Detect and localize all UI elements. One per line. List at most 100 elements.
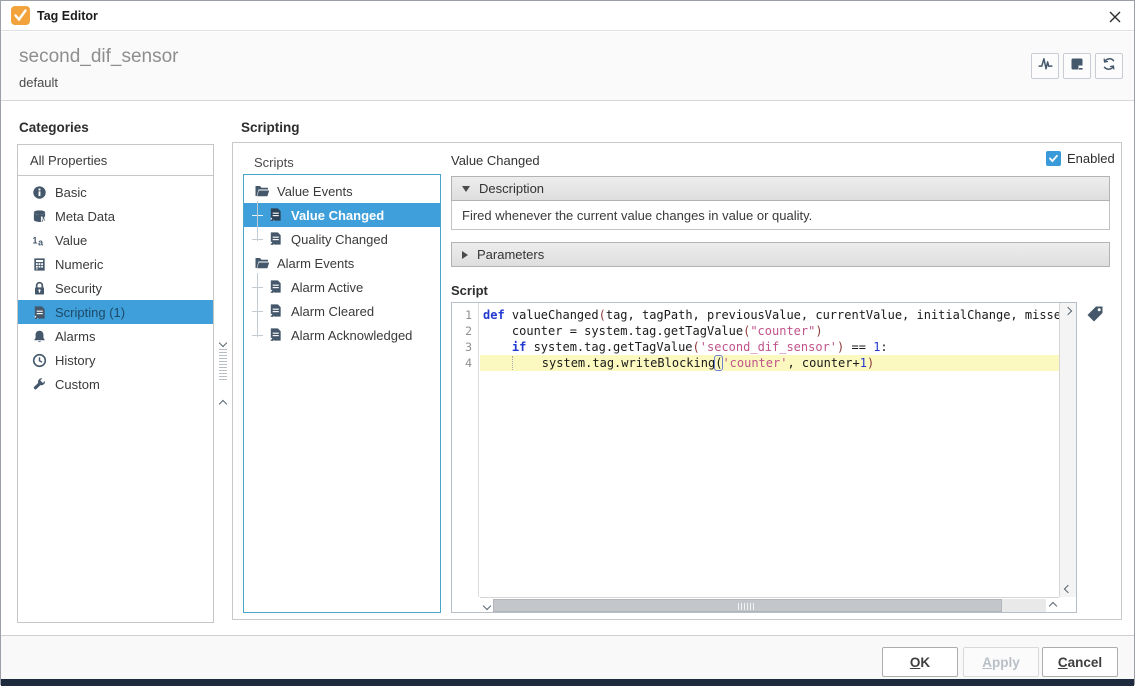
script-detail-title: Value Changed xyxy=(451,153,540,168)
category-item-label: Numeric xyxy=(55,257,103,272)
expand-right-icon[interactable] xyxy=(220,394,226,412)
folder-icon xyxy=(254,183,270,199)
tag-provider: default xyxy=(19,75,58,90)
folder-icon xyxy=(254,255,270,271)
description-text: Fired whenever the current value changes… xyxy=(451,201,1110,230)
script-icon xyxy=(268,303,284,319)
splitter-grip[interactable] xyxy=(219,348,227,380)
category-item-label: Security xyxy=(55,281,102,296)
tree-item-label: Value Events xyxy=(277,184,353,199)
security-icon xyxy=(31,280,47,296)
tree-item-alarm-active[interactable]: Alarm Active xyxy=(244,275,440,299)
triangle-right-icon xyxy=(462,251,468,259)
tree-vline xyxy=(257,273,258,337)
title-bar: Tag Editor xyxy=(1,1,1134,31)
script-code-editor[interactable]: 1234 def valueChanged(tag, tagPath, prev… xyxy=(451,302,1077,613)
svg-text:M: M xyxy=(40,216,46,223)
category-item-value[interactable]: 1a Value xyxy=(18,228,213,252)
category-item-meta-data[interactable]: M Meta Data xyxy=(18,204,213,228)
code-area[interactable]: def valueChanged(tag, tagPath, previousV… xyxy=(480,303,1059,597)
refresh-icon xyxy=(1101,56,1117,77)
tree-item-label: Quality Changed xyxy=(291,232,388,247)
category-item-custom[interactable]: Custom xyxy=(18,372,213,396)
category-all-properties[interactable]: All Properties xyxy=(18,145,213,176)
value-display-icon xyxy=(1069,56,1085,77)
category-item-label: Basic xyxy=(55,185,87,200)
enabled-label: Enabled xyxy=(1067,151,1115,166)
checkbox-checked-icon xyxy=(1046,151,1061,166)
category-item-history[interactable]: History xyxy=(18,348,213,372)
description-accordion-header[interactable]: Description xyxy=(451,176,1110,201)
close-icon[interactable] xyxy=(1104,6,1126,28)
history-icon xyxy=(31,352,47,368)
vertical-scrollbar[interactable] xyxy=(1059,303,1076,597)
line-number: 1 xyxy=(452,307,478,323)
category-item-numeric[interactable]: Numeric xyxy=(18,252,213,276)
diagnostics-pulse-icon xyxy=(1037,55,1054,77)
code-line-4: system.tag.writeBlocking('counter', coun… xyxy=(480,355,1059,371)
scroll-down-icon[interactable] xyxy=(1060,582,1076,596)
line-number: 4 xyxy=(452,355,478,371)
category-item-alarms[interactable]: Alarms xyxy=(18,324,213,348)
tree-item-label: Alarm Acknowledged xyxy=(291,328,412,343)
line-number-gutter: 1234 xyxy=(452,303,479,597)
scripts-label: Scripts xyxy=(254,155,294,170)
horizontal-scroll-thumb[interactable] xyxy=(493,599,1002,612)
script-icon xyxy=(268,231,284,247)
category-item-scripting-1[interactable]: Scripting (1) xyxy=(18,300,213,324)
category-item-basic[interactable]: Basic xyxy=(18,180,213,204)
tree-item-value-events[interactable]: Value Events xyxy=(244,179,440,203)
categories-heading: Categories xyxy=(19,120,89,135)
tree-item-alarm-acknowledged[interactable]: Alarm Acknowledged xyxy=(244,323,440,347)
alarms-icon xyxy=(31,328,47,344)
value-display-button[interactable] xyxy=(1063,53,1091,79)
category-item-label: Scripting (1) xyxy=(55,305,125,320)
script-icon xyxy=(268,207,284,223)
script-section-label: Script xyxy=(451,283,488,298)
scroll-left-icon[interactable] xyxy=(480,599,493,612)
diagnostics-button[interactable] xyxy=(1031,53,1059,79)
line-number: 3 xyxy=(452,339,478,355)
tree-item-label: Value Changed xyxy=(291,208,384,223)
tree-item-alarm-events[interactable]: Alarm Events xyxy=(244,251,440,275)
tag-header: second_dif_sensor default xyxy=(1,32,1134,101)
horizontal-scrollbar[interactable] xyxy=(480,597,1059,612)
category-item-label: Custom xyxy=(55,377,100,392)
categories-list: Basic M Meta Data 1a Value Numeric Security Scr… xyxy=(18,176,213,396)
line-number: 2 xyxy=(452,323,478,339)
parameters-accordion-header[interactable]: Parameters xyxy=(451,242,1110,267)
tree-item-label: Alarm Cleared xyxy=(291,304,374,319)
tag-references-icon[interactable] xyxy=(1085,304,1105,324)
svg-text:1: 1 xyxy=(32,235,37,245)
category-item-label: Value xyxy=(55,233,87,248)
scroll-up-icon[interactable] xyxy=(1060,304,1076,318)
scroll-right-icon[interactable] xyxy=(1046,599,1059,612)
scripting-heading: Scripting xyxy=(241,120,300,135)
tag-editor-app-icon xyxy=(11,6,30,25)
tree-item-quality-changed[interactable]: Quality Changed xyxy=(244,227,440,251)
category-item-label: Alarms xyxy=(55,329,95,344)
metadata-icon: M xyxy=(31,208,47,224)
code-line-1: def valueChanged(tag, tagPath, previousV… xyxy=(480,307,1059,323)
window-title: Tag Editor xyxy=(37,9,98,23)
apply-button[interactable]: Apply xyxy=(963,647,1039,677)
tree-item-alarm-cleared[interactable]: Alarm Cleared xyxy=(244,299,440,323)
scripting-icon xyxy=(31,304,47,320)
tree-item-label: Alarm Active xyxy=(291,280,363,295)
svg-text:a: a xyxy=(38,237,43,247)
tree-item-value-changed[interactable]: Value Changed xyxy=(244,203,440,227)
category-item-security[interactable]: Security xyxy=(18,276,213,300)
refresh-button[interactable] xyxy=(1095,53,1123,79)
ok-button[interactable]: OK xyxy=(882,647,958,677)
description-header-label: Description xyxy=(479,181,544,196)
cancel-button[interactable]: Cancel xyxy=(1042,647,1118,677)
horizontal-scroll-track[interactable] xyxy=(493,599,1046,612)
categories-panel: All Properties Basic M Meta Data 1a Value Num… xyxy=(17,144,214,623)
category-item-label: Meta Data xyxy=(55,209,115,224)
enabled-checkbox[interactable]: Enabled xyxy=(1046,151,1115,166)
triangle-down-icon xyxy=(462,186,470,192)
code-line-2: counter = system.tag.getTagValue("counte… xyxy=(480,323,1059,339)
scripts-tree: Value Events Value Changed Quality Changed… xyxy=(243,174,441,613)
scripting-panel: Scripts Value Events Value Changed Quality… xyxy=(232,142,1122,620)
script-icon xyxy=(268,327,284,343)
